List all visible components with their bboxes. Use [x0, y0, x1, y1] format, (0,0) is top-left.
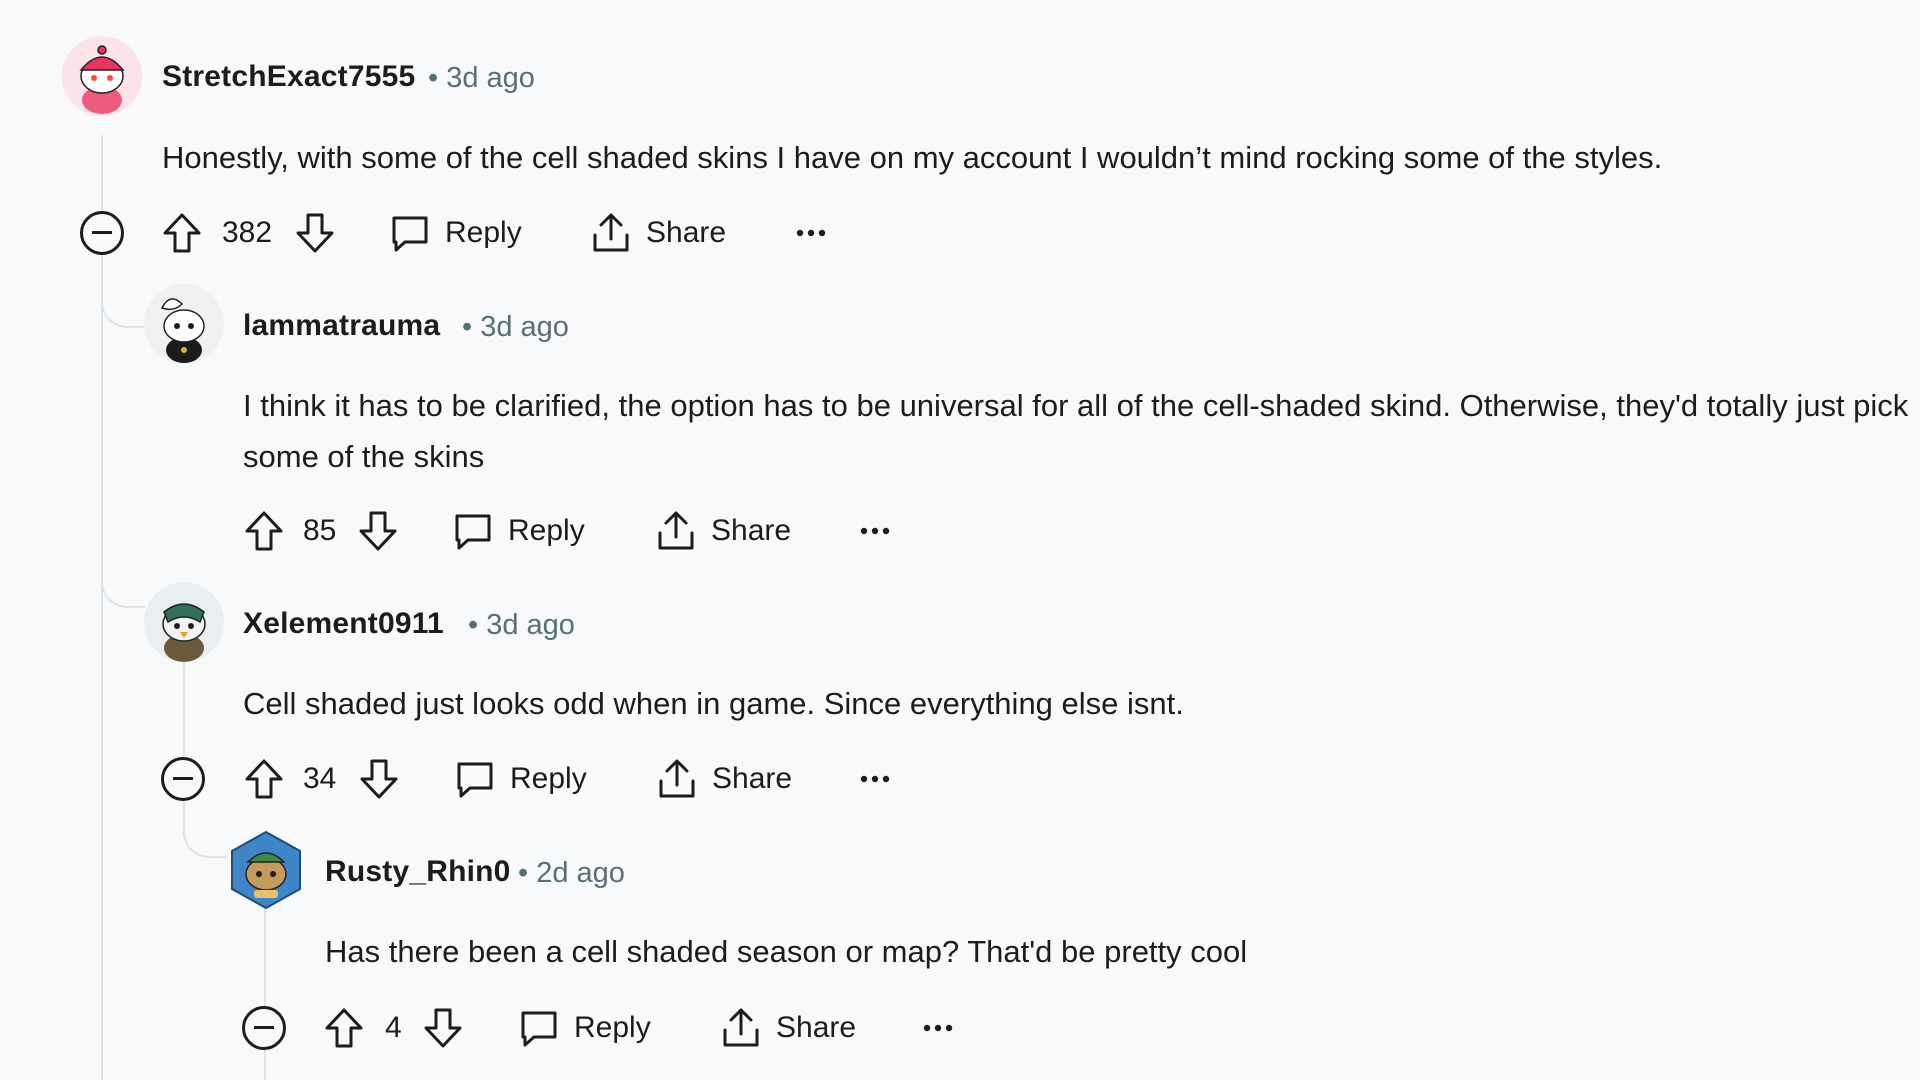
downvote-button[interactable]: [358, 749, 400, 809]
comment-actions: 4 Reply Share: [0, 998, 1920, 1058]
downvote-button[interactable]: [357, 501, 399, 561]
downvote-arrow-icon: [424, 1008, 462, 1048]
vote-count: 85: [303, 514, 337, 547]
upvote-arrow-icon: [245, 511, 283, 551]
collapse-thread-button[interactable]: [242, 1006, 286, 1050]
snoo-avatar-hawk-icon: [144, 582, 224, 662]
avatar[interactable]: [144, 582, 224, 662]
reply-button[interactable]: Reply: [452, 501, 585, 561]
share-button[interactable]: Share: [655, 501, 791, 561]
comment-actions: 382 Reply Share: [0, 203, 1920, 263]
share-icon: [659, 759, 695, 798]
upvote-arrow-icon: [245, 759, 283, 799]
downvote-arrow-icon: [360, 759, 398, 799]
comment-bubble-icon: [392, 216, 428, 252]
comment-bubble-icon: [521, 1011, 557, 1047]
comment-body: Honestly, with some of the cell shaded s…: [162, 140, 1663, 175]
snoo-avatar-hat-icon: [144, 284, 224, 364]
share-button[interactable]: Share: [590, 203, 726, 263]
username[interactable]: Xelement0911: [243, 607, 444, 641]
share-label: Share: [712, 762, 793, 795]
reply-label: Reply: [508, 514, 585, 547]
timestamp: • 3d ago: [428, 62, 535, 94]
collapse-thread-button[interactable]: [80, 211, 124, 255]
upvote-button[interactable]: [243, 501, 285, 561]
avatar[interactable]: [226, 830, 306, 910]
share-button[interactable]: Share: [720, 998, 856, 1058]
comment-bubble-icon: [457, 762, 493, 798]
username[interactable]: lammatrauma: [243, 309, 440, 343]
upvote-button[interactable]: [323, 998, 365, 1058]
collapse-thread-button[interactable]: [161, 757, 205, 801]
comment-body: Has there been a cell shaded season or m…: [325, 934, 1248, 969]
ellipsis-icon: [860, 775, 890, 783]
reply-label: Reply: [445, 216, 522, 249]
share-icon: [723, 1008, 759, 1047]
snoo-avatar-pink-icon: [62, 36, 142, 116]
comment-actions: 34 Reply Share: [0, 749, 1920, 809]
timestamp: • 3d ago: [462, 311, 569, 343]
username[interactable]: StretchExact7555: [162, 60, 415, 94]
upvote-button[interactable]: [161, 203, 203, 263]
share-icon: [658, 511, 694, 550]
more-options-button[interactable]: [860, 501, 890, 561]
avatar[interactable]: [144, 284, 224, 364]
more-options-button[interactable]: [860, 749, 890, 809]
reply-button[interactable]: Reply: [389, 203, 522, 263]
ellipsis-icon: [796, 229, 826, 237]
comment-actions: 85 Reply Share: [0, 501, 1920, 561]
share-button[interactable]: Share: [656, 749, 792, 809]
vote-count: 34: [303, 762, 337, 795]
downvote-arrow-icon: [296, 213, 334, 253]
vote-count: 4: [385, 1011, 402, 1044]
upvote-button[interactable]: [243, 749, 285, 809]
ellipsis-icon: [860, 527, 890, 535]
upvote-arrow-icon: [163, 213, 201, 253]
more-options-button[interactable]: [796, 203, 826, 263]
comment-body: Cell shaded just looks odd when in game.…: [243, 686, 1184, 721]
ellipsis-icon: [923, 1024, 953, 1032]
comment-body: I think it has to be clarified, the opti…: [243, 388, 1909, 474]
reply-button[interactable]: Reply: [518, 998, 651, 1058]
comment-bubble-icon: [455, 514, 491, 550]
snoo-avatar-hex-icon: [231, 830, 301, 910]
reply-label: Reply: [510, 762, 587, 795]
timestamp: • 3d ago: [468, 609, 575, 641]
vote-count: 382: [222, 216, 273, 249]
more-options-button[interactable]: [923, 998, 953, 1058]
reply-label: Reply: [574, 1011, 651, 1044]
share-label: Share: [776, 1011, 857, 1044]
username[interactable]: Rusty_Rhin0: [325, 855, 511, 889]
upvote-arrow-icon: [325, 1008, 363, 1048]
share-label: Share: [646, 216, 727, 249]
share-icon: [593, 213, 629, 252]
downvote-button[interactable]: [422, 998, 464, 1058]
thread-connector: [101, 270, 145, 328]
downvote-arrow-icon: [359, 511, 397, 551]
avatar[interactable]: [62, 36, 142, 116]
downvote-button[interactable]: [294, 203, 336, 263]
reply-button[interactable]: Reply: [454, 749, 587, 809]
timestamp: • 2d ago: [518, 857, 625, 889]
share-label: Share: [711, 514, 792, 547]
